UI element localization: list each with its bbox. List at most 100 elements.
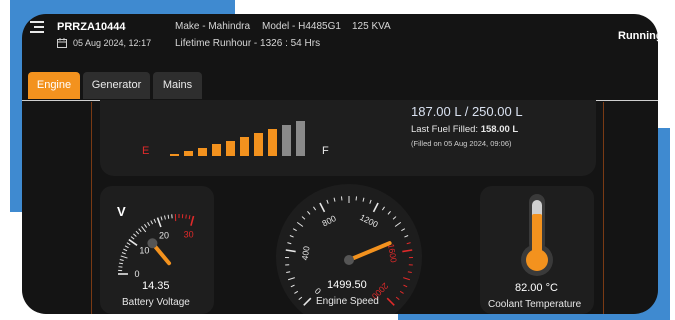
battery-voltage-label: Battery Voltage xyxy=(122,297,190,308)
battery-gauge-tick xyxy=(150,220,154,225)
model-label: Model - H4485G1 xyxy=(262,21,341,32)
status-badge: Running xyxy=(618,30,658,42)
rpm-gauge-tick xyxy=(287,277,295,281)
fuel-bar xyxy=(296,121,305,156)
battery-gauge-tick xyxy=(167,214,170,219)
rpm-gauge-tick-label: 800 xyxy=(320,213,337,228)
tab-bar: Engine Generator Mains xyxy=(22,72,658,101)
fuel-bar xyxy=(212,144,221,156)
rpm-gauge-tick xyxy=(403,284,408,288)
rpm-gauge-tick xyxy=(333,197,336,202)
content-border-left xyxy=(91,102,92,314)
rpm-gauge-tick xyxy=(294,290,299,294)
battery-gauge-tick xyxy=(185,214,187,219)
last-fuel-filled-label: Last Fuel Filled: xyxy=(411,124,479,135)
battery-gauge-tick xyxy=(123,248,128,252)
runhour-label: Lifetime Runhour - 1326 : 54 Hrs xyxy=(175,38,321,49)
engine-speed-label: Engine Speed xyxy=(316,296,379,307)
rpm-gauge-tick xyxy=(369,199,372,204)
timestamp: 05 Aug 2024, 12:17 xyxy=(73,38,152,48)
coolant-temperature-value: 82.00 °C xyxy=(515,282,558,294)
fuel-bar xyxy=(282,125,291,156)
rpm-gauge-tick xyxy=(313,206,317,211)
rpm-gauge-tick-label: 1200 xyxy=(358,212,380,230)
rpm-gauge-tick xyxy=(404,235,409,238)
rpm-gauge-tick xyxy=(394,221,402,227)
rpm-gauge-tick xyxy=(298,296,303,301)
device-id: PRRZA10444 xyxy=(57,21,126,33)
rpm-gauge-tick xyxy=(392,216,397,220)
battery-gauge-tick xyxy=(141,226,147,233)
kva-label: 125 KVA xyxy=(352,21,391,32)
rpm-gauge-tick xyxy=(399,290,404,294)
calendar-icon xyxy=(57,38,67,48)
rpm-gauge-tick xyxy=(406,242,411,245)
app-window: PRRZA10444 05 Aug 2024, 12:17 Make - Mah… xyxy=(22,14,658,314)
rpm-gauge-tick xyxy=(303,297,312,306)
battery-gauge-tick xyxy=(164,215,166,220)
coolant-temperature-label: Coolant Temperature xyxy=(488,299,582,310)
battery-gauge-tick-label: 20 xyxy=(159,230,169,240)
fuel-bar xyxy=(226,141,235,156)
hamburger-menu-icon[interactable] xyxy=(30,20,46,34)
battery-gauge-tick xyxy=(119,258,124,261)
fuel-panel: E F 187.00 L / 250.00 L Last Fuel Filled… xyxy=(100,100,596,176)
fuel-full-label: F xyxy=(322,145,329,157)
battery-gauge-tick xyxy=(144,223,148,228)
rpm-gauge-tick xyxy=(403,277,411,281)
battery-voltage-value: 14.35 xyxy=(142,280,170,292)
rpm-gauge-tick-label: 0 xyxy=(312,286,323,297)
rpm-gauge-tick xyxy=(407,271,412,273)
fuel-bar xyxy=(184,151,193,156)
battery-gauge-tick xyxy=(190,215,195,226)
rpm-gauge-tick xyxy=(387,211,391,215)
rpm-gauge-hub xyxy=(344,255,354,265)
battery-gauge-tick xyxy=(124,245,129,249)
rpm-gauge-tick xyxy=(372,202,379,213)
engine-speed-gauge: 0400800 120016002000 xyxy=(285,196,413,306)
battery-gauge-tick xyxy=(120,255,128,259)
tab-engine[interactable]: Engine xyxy=(28,72,80,99)
battery-gauge-tick xyxy=(147,222,151,227)
thermometer-icon xyxy=(521,194,553,276)
battery-gauge-tick-label: 30 xyxy=(184,229,194,239)
rpm-gauge-tick-label: 400 xyxy=(299,245,311,261)
rpm-gauge-tick xyxy=(289,235,294,238)
battery-gauge-tick xyxy=(121,252,126,255)
rpm-gauge-tick xyxy=(401,228,406,232)
rpm-gauge-tick xyxy=(296,221,304,227)
rpm-gauge-tick xyxy=(319,202,326,213)
rpm-gauge-tick xyxy=(301,216,306,220)
content-border-right xyxy=(603,102,604,314)
rpm-gauge-tick xyxy=(292,228,297,232)
fuel-empty-label: E xyxy=(142,145,150,157)
fuel-filled-on: (Filled on 05 Aug 2024, 09:06) xyxy=(411,139,512,148)
rpm-gauge-needle xyxy=(347,241,392,262)
rpm-gauge-tick xyxy=(286,271,291,273)
battery-gauge-tick-label: 10 xyxy=(139,245,149,255)
battery-voltage-unit: V xyxy=(117,204,126,219)
battery-gauge-tick xyxy=(135,230,140,235)
tab-generator[interactable]: Generator xyxy=(83,72,150,99)
battery-gauge-tick xyxy=(130,236,135,240)
battery-gauge-tick xyxy=(188,215,191,220)
engine-speed-value: 1499.50 xyxy=(327,279,367,291)
fuel-bar xyxy=(198,148,207,156)
last-fuel-filled: Last Fuel Filled: 158.00 L xyxy=(411,124,518,135)
fuel-bar xyxy=(240,137,249,156)
battery-gauge-tick xyxy=(156,217,162,228)
rpm-gauge-tick xyxy=(381,206,385,211)
battery-gauge-tick xyxy=(160,216,163,221)
fuel-bar xyxy=(170,154,179,156)
tab-mains[interactable]: Mains xyxy=(153,72,202,99)
rpm-gauge-tick xyxy=(307,211,311,215)
fuel-bar xyxy=(254,133,263,156)
battery-gauge-tick xyxy=(153,218,157,223)
fuel-level-text: 187.00 L / 250.00 L xyxy=(411,104,523,119)
fuel-bar xyxy=(268,129,277,156)
rpm-gauge-tick xyxy=(395,296,400,301)
rpm-gauge-tick xyxy=(362,197,365,202)
rpm-gauge-tick xyxy=(402,249,413,253)
battery-gauge-tick xyxy=(138,228,142,233)
rpm-gauge-tick xyxy=(285,249,296,253)
